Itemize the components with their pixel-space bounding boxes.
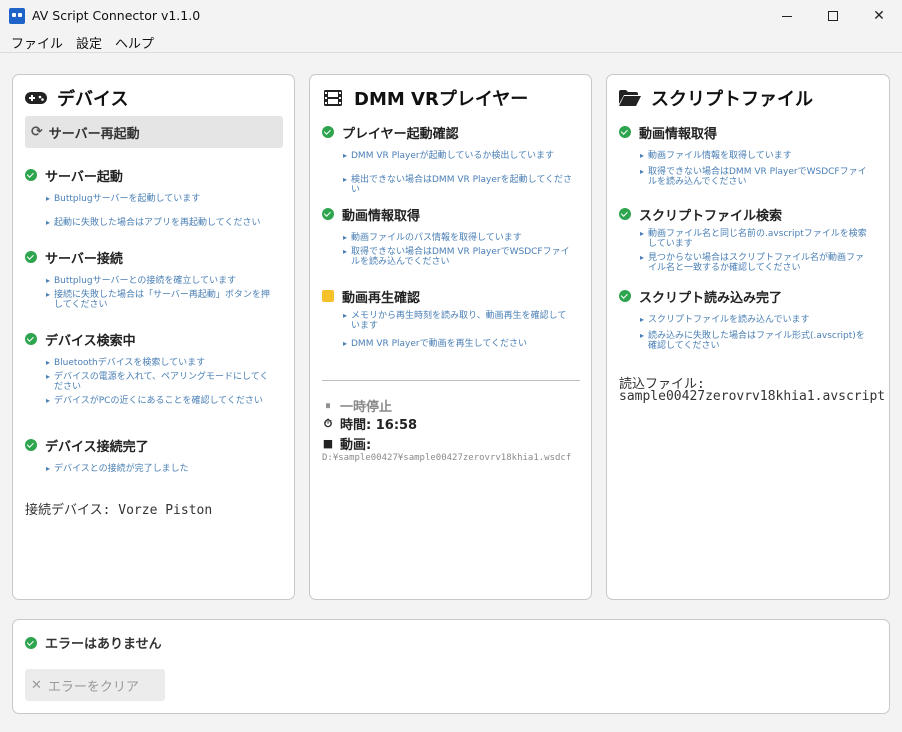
step-detail: メモリから再生時刻を読み取り、動画再生を確認しています — [343, 311, 573, 331]
step-detail: DMM VR Playerで動画を再生してください — [343, 339, 573, 349]
check-icon — [25, 439, 37, 451]
step-detail: デバイスがPCの近くにあることを確認してください — [46, 396, 276, 406]
player-panel: DMM VRプレイヤー プレイヤー起動確認 DMM VR Playerが起動して… — [309, 74, 592, 600]
step-detail: 動画ファイル情報を取得しています — [640, 151, 872, 161]
step-detail: 見つからない場合はスクリプトファイル名が動画ファイル名と一致するか確認してくださ… — [640, 253, 872, 273]
pause-icon: ⏸ — [325, 398, 331, 412]
divider — [322, 380, 580, 381]
refresh-icon: ⟳ — [31, 124, 43, 140]
video-path: D:¥sample00427¥sample00427zerovrv18khia1… — [322, 453, 572, 463]
error-panel: エラーはありません ✕ エラーをクリア — [12, 619, 890, 714]
script-step-search: スクリプトファイル検索 動画ファイル名と同じ名前の.avscriptファイルを検… — [619, 205, 872, 273]
film-icon — [322, 89, 344, 107]
window-title: AV Script Connector v1.1.0 — [32, 8, 201, 23]
restart-server-label: サーバー再起動 — [48, 126, 140, 142]
script-panel-title-text: スクリプトファイル — [651, 89, 813, 110]
playback-state-text: 一時停止 — [340, 400, 393, 415]
maximize-button[interactable] — [810, 0, 856, 32]
check-icon — [25, 251, 37, 263]
playback-time: ⏱ 時間: 16:58 — [322, 414, 418, 434]
step-title: スクリプトファイル検索 — [639, 208, 783, 224]
step-title: サーバー接続 — [45, 251, 123, 267]
gamepad-icon — [25, 89, 47, 107]
minimize-button[interactable] — [764, 0, 810, 32]
connected-device-label: 接続デバイス: Vorze Piston — [25, 503, 213, 518]
step-title: 動画情報取得 — [639, 126, 718, 142]
step-detail: 動画ファイル名と同じ名前の.avscriptファイルを検索しています — [640, 229, 872, 249]
step-title: 動画情報取得 — [342, 208, 421, 224]
error-status: エラーはありません — [25, 633, 162, 652]
step-title: 動画再生確認 — [342, 290, 421, 306]
step-detail: Buttplugサーバーとの接続を確立しています — [46, 276, 276, 286]
step-title: サーバー起動 — [45, 169, 123, 185]
step-detail: 接続に失敗した場合は「サーバー再起動」ボタンを押してください — [46, 290, 276, 310]
device-panel-title-text: デバイス — [57, 89, 129, 110]
playback-time-text: 時間: 16:58 — [340, 418, 418, 433]
step-title: プレイヤー起動確認 — [342, 126, 459, 142]
step-detail: DMM VR Playerが起動しているか検出しています — [343, 151, 573, 161]
step-title: デバイス検索中 — [45, 333, 136, 349]
error-status-text: エラーはありません — [45, 637, 162, 652]
player-panel-title-text: DMM VRプレイヤー — [354, 89, 529, 110]
minimize-icon — [782, 15, 792, 17]
menu-bar: ファイル 設定 ヘルプ — [0, 32, 902, 53]
check-icon — [25, 169, 37, 181]
maximize-icon — [828, 11, 838, 21]
playback-video-text: 動画: — [340, 438, 372, 453]
step-detail: Bluetoothデバイスを検索しています — [46, 358, 276, 368]
player-step-video-info: 動画情報取得 動画ファイルのパス情報を取得しています 取得できない場合はDMM … — [322, 205, 573, 267]
device-step-server-connect: サーバー接続 Buttplugサーバーとの接続を確立しています 接続に失敗した場… — [25, 248, 276, 310]
restart-server-button[interactable]: ⟳ サーバー再起動 — [25, 116, 283, 148]
device-panel-title: デバイス — [25, 87, 129, 110]
check-icon — [322, 126, 334, 138]
menu-settings[interactable]: 設定 — [76, 33, 102, 52]
player-step-playback: 動画再生確認 メモリから再生時刻を読み取り、動画再生を確認しています DMM V… — [322, 287, 573, 349]
step-detail: 取得できない場合はDMM VR PlayerでWSDCFファイルを読み込んでくだ… — [640, 167, 872, 187]
device-panel: デバイス ⟳ サーバー再起動 サーバー起動 Buttplugサーバーを起動してい… — [12, 74, 295, 600]
clear-errors-button[interactable]: ✕ エラーをクリア — [25, 669, 165, 701]
script-panel-title: スクリプトファイル — [619, 87, 813, 110]
step-detail: デバイスとの接続が完了しました — [46, 464, 276, 474]
check-icon — [25, 333, 37, 345]
check-icon — [619, 290, 631, 302]
warning-icon — [322, 290, 334, 302]
folder-icon: ■ — [322, 437, 334, 450]
device-step-connected: デバイス接続完了 デバイスとの接続が完了しました — [25, 436, 276, 474]
clear-errors-label: エラーをクリア — [47, 679, 139, 695]
menu-help[interactable]: ヘルプ — [115, 33, 154, 52]
app-icon — [9, 8, 25, 24]
playback-video: ■ 動画: — [322, 434, 371, 453]
playback-state: ⏸ 一時停止 — [322, 396, 393, 416]
check-icon — [25, 636, 37, 649]
script-panel: スクリプトファイル 動画情報取得 動画ファイル情報を取得しています 取得できない… — [606, 74, 890, 600]
check-icon — [619, 126, 631, 138]
step-title: デバイス接続完了 — [45, 439, 149, 455]
step-detail: 検出できない場合はDMM VR Playerを起動してください — [343, 175, 573, 195]
step-detail: 起動に失敗した場合はアプリを再起動してください — [46, 218, 276, 228]
check-icon — [322, 208, 334, 220]
loaded-file-name: sample00427zerovrv18khia1.avscript — [619, 389, 886, 404]
close-button[interactable]: ✕ — [856, 0, 902, 32]
title-bar: AV Script Connector v1.1.0 ✕ — [0, 0, 902, 32]
script-step-video-info: 動画情報取得 動画ファイル情報を取得しています 取得できない場合はDMM VR … — [619, 123, 872, 187]
step-detail: デバイスの電源を入れて、ペアリングモードにしてください — [46, 372, 276, 392]
script-step-loaded: スクリプト読み込み完了 スクリプトファイルを読み込んでいます 読み込みに失敗した… — [619, 287, 872, 351]
x-icon: ✕ — [31, 677, 42, 693]
device-step-device-search: デバイス検索中 Bluetoothデバイスを検索しています デバイスの電源を入れ… — [25, 330, 276, 406]
step-detail: スクリプトファイルを読み込んでいます — [640, 315, 872, 325]
player-panel-title: DMM VRプレイヤー — [322, 87, 529, 110]
step-detail: 動画ファイルのパス情報を取得しています — [343, 233, 573, 243]
step-title: スクリプト読み込み完了 — [639, 290, 783, 306]
device-step-server-start: サーバー起動 Buttplugサーバーを起動しています 起動に失敗した場合はアプ… — [25, 166, 276, 228]
check-icon — [619, 208, 631, 220]
step-detail: 取得できない場合はDMM VR PlayerでWSDCFファイルを読み込んでくだ… — [343, 247, 573, 267]
close-icon: ✕ — [873, 8, 885, 24]
menu-file[interactable]: ファイル — [11, 33, 63, 52]
step-detail: Buttplugサーバーを起動しています — [46, 194, 276, 204]
player-step-launch: プレイヤー起動確認 DMM VR Playerが起動しているか検出しています 検… — [322, 123, 573, 195]
folder-open-icon — [619, 89, 641, 107]
stopwatch-icon: ⏱ — [323, 416, 333, 430]
step-detail: 読み込みに失敗した場合はファイル形式(.avscript)を確認してください — [640, 331, 872, 351]
